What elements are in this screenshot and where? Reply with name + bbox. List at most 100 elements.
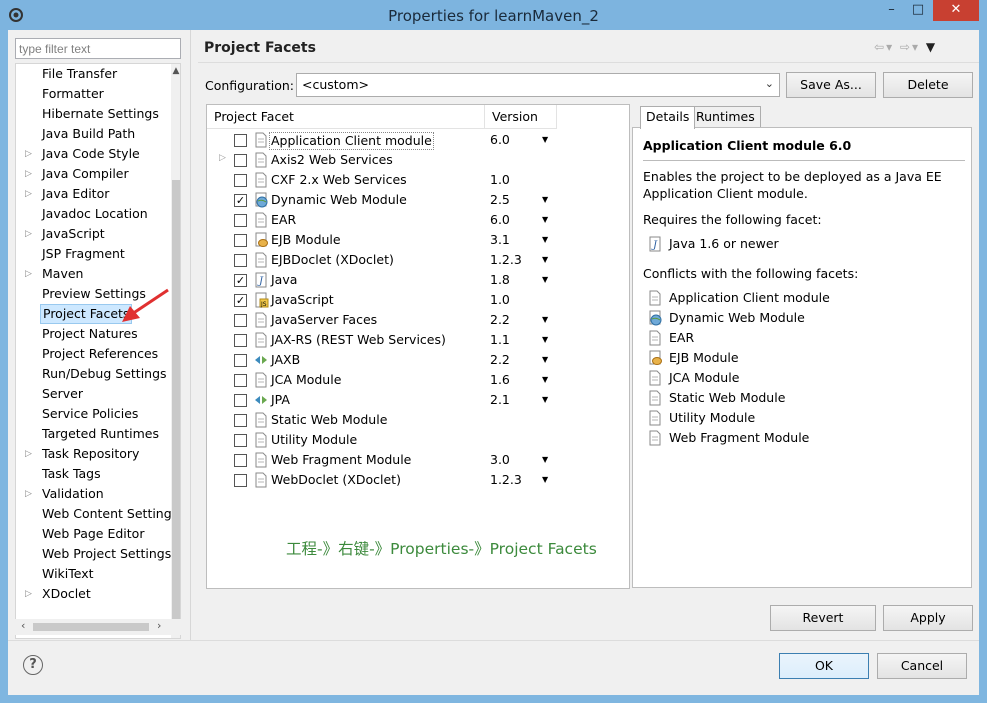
facet-checkbox[interactable]	[234, 374, 247, 387]
version-dropdown-icon[interactable]: ▼	[542, 332, 548, 348]
version-dropdown-icon[interactable]: ▼	[542, 132, 548, 148]
expand-arrow-icon[interactable]: ▷	[25, 584, 35, 604]
facet-row[interactable]: JPA 2.1 ▼	[207, 390, 629, 410]
tree-vertical-scrollbar[interactable]: ▲ ▼	[171, 64, 180, 638]
facet-row[interactable]: Utility Module	[207, 430, 629, 450]
facet-checkbox[interactable]	[234, 394, 247, 407]
help-icon[interactable]: ?	[23, 655, 43, 675]
facet-checkbox[interactable]	[234, 314, 247, 327]
facet-checkbox[interactable]	[234, 254, 247, 267]
version-dropdown-icon[interactable]: ▼	[542, 252, 548, 268]
tree-item[interactable]: Web Project Settings	[16, 544, 171, 564]
facet-checkbox[interactable]	[234, 134, 247, 147]
tree-item[interactable]: Web Page Editor	[16, 524, 171, 544]
version-dropdown-icon[interactable]: ▼	[542, 352, 548, 368]
tree-item[interactable]: Service Policies	[16, 404, 171, 424]
scroll-left-icon[interactable]: ‹	[21, 619, 25, 632]
tree-item[interactable]: Web Content Settings	[16, 504, 178, 524]
tree-item[interactable]: ▷ Java Code Style	[16, 144, 171, 164]
version-dropdown-icon[interactable]: ▼	[542, 452, 548, 468]
tree-item[interactable]: ▷ JavaScript	[16, 224, 171, 244]
close-button[interactable]: ✕	[933, 0, 979, 21]
tree-item[interactable]: Task Tags	[16, 464, 171, 484]
view-menu-icon[interactable]: ▼	[926, 40, 937, 54]
facet-row[interactable]: ✓ JS JavaScript 1.0	[207, 290, 629, 310]
forward-icon[interactable]: ⇨	[900, 40, 912, 54]
scroll-up-icon[interactable]: ▲	[171, 66, 180, 76]
filter-input[interactable]	[15, 38, 181, 59]
tree-item[interactable]: Formatter	[16, 84, 171, 104]
save-as-button[interactable]: Save As...	[786, 72, 876, 98]
chevron-down-icon[interactable]: ▾	[886, 40, 894, 54]
facet-checkbox[interactable]	[234, 174, 247, 187]
version-dropdown-icon[interactable]: ▼	[542, 472, 548, 488]
tree-item[interactable]: ▷ Java Compiler	[16, 164, 171, 184]
tree-item[interactable]: ▷ Task Repository	[16, 444, 171, 464]
facet-row[interactable]: Static Web Module	[207, 410, 629, 430]
chevron-down-icon[interactable]: ▾	[912, 40, 920, 54]
tree-item[interactable]: Run/Debug Settings	[16, 364, 171, 384]
scroll-thumb[interactable]	[33, 623, 149, 631]
scroll-thumb[interactable]	[172, 180, 180, 620]
facet-row[interactable]: WebDoclet (XDoclet) 1.2.3 ▼	[207, 470, 629, 490]
expand-arrow-icon[interactable]: ▷	[25, 264, 35, 284]
tree-item[interactable]: ▷ Maven	[16, 264, 171, 284]
maximize-button[interactable]: □	[905, 0, 931, 21]
facet-row[interactable]: EJBDoclet (XDoclet) 1.2.3 ▼	[207, 250, 629, 270]
tree-item[interactable]: File Transfer	[16, 64, 171, 84]
expand-arrow-icon[interactable]: ▷	[25, 484, 35, 504]
tree-item[interactable]: Java Build Path	[16, 124, 171, 144]
version-dropdown-icon[interactable]: ▼	[542, 372, 548, 388]
tab-details[interactable]: Details	[640, 106, 696, 129]
facet-checkbox[interactable]	[234, 354, 247, 367]
version-dropdown-icon[interactable]: ▼	[542, 192, 548, 208]
facet-checkbox[interactable]	[234, 414, 247, 427]
version-dropdown-icon[interactable]: ▼	[542, 392, 548, 408]
facet-checkbox[interactable]	[234, 214, 247, 227]
facet-row[interactable]: JavaServer Faces 2.2 ▼	[207, 310, 629, 330]
version-dropdown-icon[interactable]: ▼	[542, 272, 548, 288]
expand-arrow-icon[interactable]: ▷	[25, 444, 35, 464]
tab-runtimes[interactable]: Runtimes	[690, 106, 761, 128]
facet-checkbox[interactable]	[234, 474, 247, 487]
facet-row[interactable]: Application Client module 6.0 ▼	[207, 130, 629, 150]
delete-button[interactable]: Delete	[883, 72, 973, 98]
page-navigation[interactable]: ⇦▾ ⇨▾ ▼	[874, 40, 937, 54]
facet-row[interactable]: ✓ Dynamic Web Module 2.5 ▼	[207, 190, 629, 210]
tree-item[interactable]: Server	[16, 384, 171, 404]
column-header-facet[interactable]: Project Facet	[207, 105, 485, 129]
tree-item[interactable]: Hibernate Settings	[16, 104, 171, 124]
facet-checkbox[interactable]	[234, 454, 247, 467]
expand-arrow-icon[interactable]: ▷	[25, 144, 35, 164]
facet-checkbox[interactable]: ✓	[234, 274, 247, 287]
facet-row[interactable]: EAR 6.0 ▼	[207, 210, 629, 230]
facet-row[interactable]: JCA Module 1.6 ▼	[207, 370, 629, 390]
pane-splitter[interactable]	[190, 30, 191, 640]
facet-checkbox[interactable]	[234, 334, 247, 347]
version-dropdown-icon[interactable]: ▼	[542, 312, 548, 328]
tree-item[interactable]: ▷ XDoclet	[16, 584, 171, 604]
expand-arrow-icon[interactable]: ▷	[25, 164, 35, 184]
configuration-select[interactable]: <custom> ⌄	[296, 73, 780, 97]
facet-row[interactable]: JAXB 2.2 ▼	[207, 350, 629, 370]
scroll-right-icon[interactable]: ›	[157, 619, 161, 632]
expand-arrow-icon[interactable]: ▷	[219, 153, 226, 163]
facet-row[interactable]: JAX-RS (REST Web Services) 1.1 ▼	[207, 330, 629, 350]
back-icon[interactable]: ⇦	[874, 40, 886, 54]
facet-row[interactable]: Web Fragment Module 3.0 ▼	[207, 450, 629, 470]
version-dropdown-icon[interactable]: ▼	[542, 212, 548, 228]
facet-row[interactable]: CXF 2.x Web Services 1.0	[207, 170, 629, 190]
facet-checkbox[interactable]: ✓	[234, 194, 247, 207]
tree-horizontal-scrollbar[interactable]: ‹ ›	[15, 619, 181, 635]
revert-button[interactable]: Revert	[770, 605, 876, 631]
expand-arrow-icon[interactable]: ▷	[25, 224, 35, 244]
facet-row[interactable]: ▷ Axis2 Web Services	[207, 150, 629, 170]
facet-checkbox[interactable]	[234, 154, 247, 167]
tree-item[interactable]: Project References	[16, 344, 171, 364]
cancel-button[interactable]: Cancel	[877, 653, 967, 679]
expand-arrow-icon[interactable]: ▷	[25, 184, 35, 204]
facet-row[interactable]: EJB Module 3.1 ▼	[207, 230, 629, 250]
apply-button[interactable]: Apply	[883, 605, 973, 631]
facet-row[interactable]: ✓ J Java 1.8 ▼	[207, 270, 629, 290]
tree-item[interactable]: ▷ Validation	[16, 484, 171, 504]
